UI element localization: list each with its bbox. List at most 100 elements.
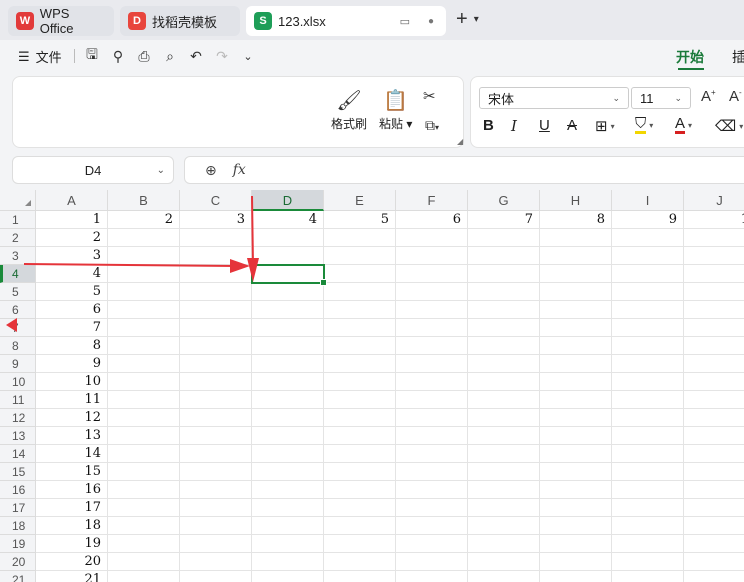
- row-header-15[interactable]: 15: [0, 463, 36, 481]
- column-header-f[interactable]: F: [396, 190, 468, 211]
- row-header-1[interactable]: 1: [0, 211, 36, 229]
- undo-icon[interactable]: ↶: [186, 46, 206, 66]
- cell-a9[interactable]: 9: [36, 355, 108, 373]
- row-header-12[interactable]: 12: [0, 409, 36, 427]
- tab-123-xlsx[interactable]: S 123.xlsx ▭ ●: [246, 6, 446, 36]
- redo-icon[interactable]: ↷: [212, 46, 232, 66]
- cell-e1[interactable]: 5: [324, 211, 396, 229]
- zoom-search-icon[interactable]: ⊕: [205, 162, 217, 179]
- cell-a15[interactable]: 15: [36, 463, 108, 481]
- row-header-16[interactable]: 16: [0, 481, 36, 499]
- row-header-6[interactable]: 6: [0, 301, 36, 319]
- formula-input[interactable]: ⊕ fx: [184, 156, 744, 184]
- row-header-11[interactable]: 11: [0, 391, 36, 409]
- cell-a4[interactable]: 4: [36, 265, 108, 283]
- decrease-font-icon[interactable]: A-: [729, 88, 742, 105]
- cell-a2[interactable]: 2: [36, 229, 108, 247]
- cell-i1[interactable]: 9: [612, 211, 684, 229]
- spreadsheet-grid[interactable]: A B C D E F G H I J 1 2 3 4 5 6 7 8 9 10 11 12 13 14 15 16 17 18 19 2…: [0, 190, 744, 582]
- cell-d1[interactable]: 4: [252, 211, 324, 229]
- row-header-7[interactable]: 7: [0, 319, 36, 337]
- cell-h1[interactable]: 8: [540, 211, 612, 229]
- row-header-5[interactable]: 5: [0, 283, 36, 301]
- format-painter-button[interactable]: 🖌 格式刷: [331, 87, 367, 132]
- save-icon[interactable]: 🖫: [82, 46, 102, 66]
- print-preview-icon[interactable]: ⌕: [160, 46, 180, 66]
- cell-a13[interactable]: 13: [36, 427, 108, 445]
- column-header-e[interactable]: E: [324, 190, 396, 211]
- select-all-corner[interactable]: [0, 190, 36, 211]
- italic-button[interactable]: I: [511, 117, 517, 135]
- new-tab-button[interactable]: + ▾: [456, 8, 479, 31]
- cell-a16[interactable]: 16: [36, 481, 108, 499]
- bold-button[interactable]: B: [483, 117, 494, 134]
- dialog-launcher-icon[interactable]: ◢: [457, 137, 463, 146]
- cell-a20[interactable]: 20: [36, 553, 108, 571]
- column-header-i[interactable]: I: [612, 190, 684, 211]
- copy-icon[interactable]: ⧉▾: [425, 117, 439, 134]
- column-header-b[interactable]: B: [108, 190, 180, 211]
- column-header-j[interactable]: J: [684, 190, 744, 211]
- ribbon-tab-home[interactable]: 开始: [676, 47, 704, 67]
- clear-format-button[interactable]: ⌫ ▾: [715, 117, 743, 135]
- cell-a7[interactable]: 7: [36, 319, 108, 337]
- borders-button[interactable]: ⊞ ▾: [595, 117, 615, 135]
- row-header-10[interactable]: 10: [0, 373, 36, 391]
- tab-daoke-templates[interactable]: D 找稻壳模板: [120, 6, 240, 36]
- cell-a17[interactable]: 17: [36, 499, 108, 517]
- tab-wps-office[interactable]: W WPS Office: [8, 6, 114, 36]
- chevron-down-icon[interactable]: ⌄: [238, 46, 258, 66]
- row-header-17[interactable]: 17: [0, 499, 36, 517]
- paste-button[interactable]: 📋 粘贴 ▾: [379, 87, 412, 132]
- cell-a12[interactable]: 12: [36, 409, 108, 427]
- column-header-h[interactable]: H: [540, 190, 612, 211]
- row-header-19[interactable]: 19: [0, 535, 36, 553]
- column-header-c[interactable]: C: [180, 190, 252, 211]
- name-box[interactable]: D4 ⌄: [12, 156, 174, 184]
- row-header-9[interactable]: 9: [0, 355, 36, 373]
- selected-cell-d4[interactable]: [251, 264, 327, 286]
- cell-j1[interactable]: 1: [684, 211, 744, 229]
- chevron-down-icon[interactable]: ▾: [474, 14, 479, 25]
- increase-font-icon[interactable]: A+: [701, 88, 716, 105]
- fill-color-button[interactable]: ⛉ ▾: [635, 116, 653, 134]
- cell-a10[interactable]: 10: [36, 373, 108, 391]
- row-header-13[interactable]: 13: [0, 427, 36, 445]
- strikethrough-button[interactable]: A: [567, 117, 577, 134]
- cell-a18[interactable]: 18: [36, 517, 108, 535]
- row-header-14[interactable]: 14: [0, 445, 36, 463]
- row-header-20[interactable]: 20: [0, 553, 36, 571]
- cell-a11[interactable]: 11: [36, 391, 108, 409]
- column-header-d[interactable]: D: [252, 190, 324, 211]
- cell-a5[interactable]: 5: [36, 283, 108, 301]
- print-icon[interactable]: ⎙: [134, 46, 154, 66]
- cut-icon[interactable]: ✂: [423, 87, 436, 105]
- cell-a6[interactable]: 6: [36, 301, 108, 319]
- share-icon[interactable]: ⚲: [108, 46, 128, 66]
- underline-button[interactable]: U: [539, 117, 550, 134]
- row-header-18[interactable]: 18: [0, 517, 36, 535]
- ribbon-tab-insert[interactable]: 插: [732, 47, 744, 67]
- cell-a19[interactable]: 19: [36, 535, 108, 553]
- monitor-icon[interactable]: ▭: [400, 15, 410, 28]
- font-name-select[interactable]: 宋体 ⌄: [479, 87, 629, 109]
- cell-c1[interactable]: 3: [180, 211, 252, 229]
- column-header-a[interactable]: A: [36, 190, 108, 211]
- row-header-8[interactable]: 8: [0, 337, 36, 355]
- chevron-down-icon[interactable]: ⌄: [157, 165, 165, 176]
- cell-a1[interactable]: 1: [36, 211, 108, 229]
- fx-icon[interactable]: fx: [233, 162, 246, 178]
- cell-a8[interactable]: 8: [36, 337, 108, 355]
- cell-g1[interactable]: 7: [468, 211, 540, 229]
- row-header-21[interactable]: 21: [0, 571, 36, 582]
- column-header-g[interactable]: G: [468, 190, 540, 211]
- cell-a21[interactable]: 21: [36, 571, 108, 582]
- font-color-button[interactable]: A ▾: [675, 116, 692, 134]
- row-header-4[interactable]: 4: [0, 265, 36, 283]
- font-size-select[interactable]: 11 ⌄: [631, 87, 691, 109]
- cell-a3[interactable]: 3: [36, 247, 108, 265]
- cell-b1[interactable]: 2: [108, 211, 180, 229]
- cell-f1[interactable]: 6: [396, 211, 468, 229]
- row-header-2[interactable]: 2: [0, 229, 36, 247]
- row-header-3[interactable]: 3: [0, 247, 36, 265]
